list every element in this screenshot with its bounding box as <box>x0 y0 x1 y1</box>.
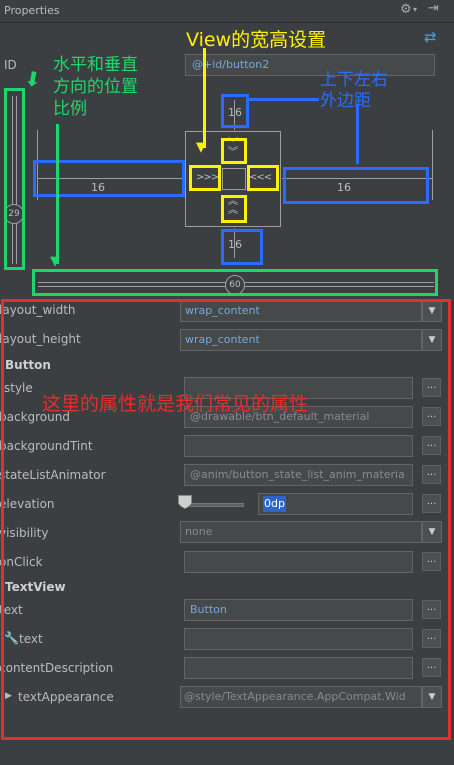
blue-highlight-right <box>283 167 429 204</box>
yellow-highlight-right <box>247 165 279 191</box>
gear-icon[interactable]: ⚙ <box>400 2 412 17</box>
yellow-pointer-line <box>203 48 206 148</box>
yellow-highlight-top <box>221 138 247 164</box>
blue-pointer-line-1 <box>249 98 319 101</box>
yellow-arrow-icon: ▼ <box>196 140 206 155</box>
blue-highlight-bottom <box>221 229 263 265</box>
green-highlight-horizontal <box>32 269 438 296</box>
green-highlight-vertical <box>4 88 25 270</box>
blue-pointer-line-2 <box>356 104 359 164</box>
annotation-bias-line2: 方向的位置 <box>53 77 138 97</box>
yellow-highlight-bottom <box>221 195 247 223</box>
red-highlight-properties <box>1 299 451 740</box>
annotation-margins-line2: 外边距 <box>320 91 371 111</box>
annotation-bias-line1: 水平和垂直 <box>53 55 138 75</box>
annotation-bias-line3: 比例 <box>53 99 87 119</box>
yellow-highlight-left <box>189 165 221 191</box>
chevron-down-icon[interactable]: ▾ <box>413 5 417 14</box>
green-pointer-line <box>56 124 59 264</box>
panel-header <box>0 0 454 23</box>
green-arrow-icon: ▼ <box>50 254 60 269</box>
panel-title: Properties <box>4 4 60 17</box>
view-box <box>222 168 246 190</box>
annotation-size: View的宽高设置 <box>186 29 327 51</box>
swap-arrows-icon[interactable]: ⇄ <box>424 28 437 46</box>
annotation-properties: 这里的属性就是我们常见的属性 <box>42 393 309 415</box>
right-anchor-tick <box>432 130 433 200</box>
collapse-icon[interactable]: ⇥ <box>428 1 439 16</box>
blue-highlight-top <box>221 94 249 128</box>
id-label: ID <box>4 58 17 72</box>
annotation-margins-line1: 上下左右 <box>320 70 388 90</box>
